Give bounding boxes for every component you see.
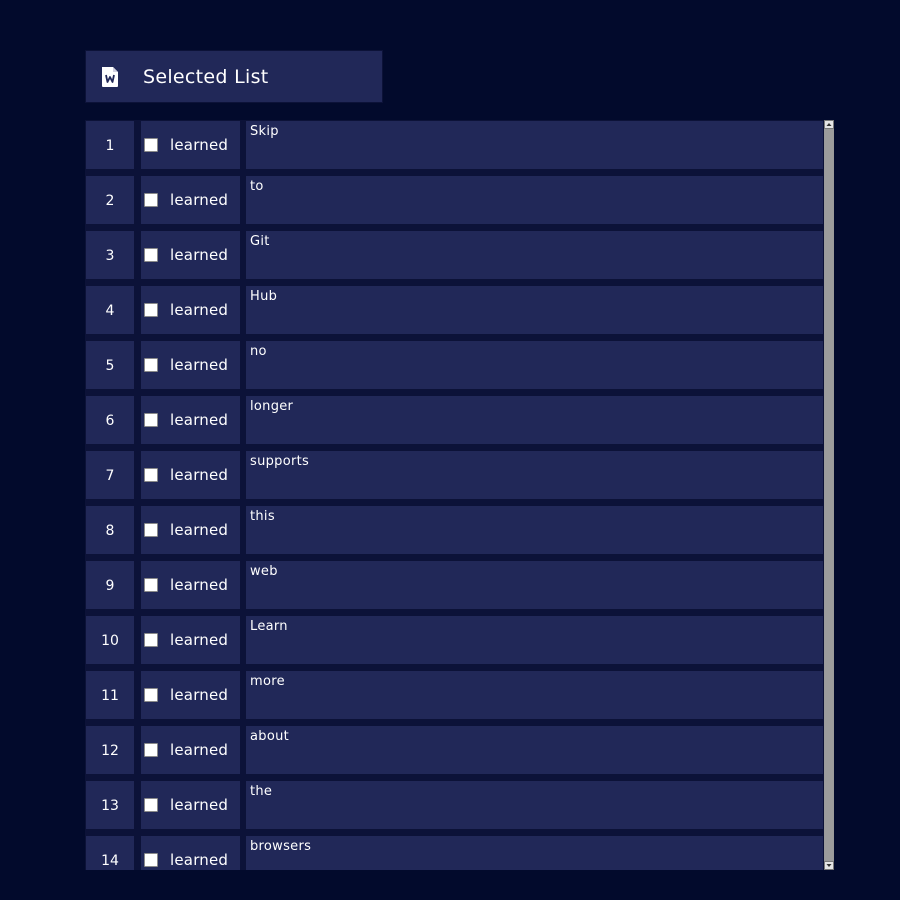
word-cell: about [245, 725, 824, 775]
row-number: 4 [85, 285, 135, 335]
learned-label: learned [170, 466, 229, 484]
list-item: 7 learned supports [85, 450, 824, 505]
learned-checkbox[interactable] [144, 193, 158, 207]
row-number: 10 [85, 615, 135, 665]
word-cell: Hub [245, 285, 824, 335]
scrollbar-thumb[interactable] [825, 130, 833, 860]
learned-checkbox[interactable] [144, 468, 158, 482]
row-number: 1 [85, 120, 135, 170]
word-cell: to [245, 175, 824, 225]
learned-toggle[interactable]: learned [140, 835, 241, 870]
arrow-up-icon [826, 123, 832, 126]
word-list[interactable]: 1 learned Skip 2 learned to 3 learned Git 4 learne… [85, 120, 834, 870]
row-number: 2 [85, 175, 135, 225]
learned-toggle[interactable]: learned [140, 615, 241, 665]
row-number: 9 [85, 560, 135, 610]
row-number: 3 [85, 230, 135, 280]
learned-label: learned [170, 576, 229, 594]
learned-checkbox[interactable] [144, 578, 158, 592]
learned-label: learned [170, 191, 229, 209]
learned-label: learned [170, 521, 229, 539]
learned-toggle[interactable]: learned [140, 505, 241, 555]
learned-checkbox[interactable] [144, 798, 158, 812]
learned-label: learned [170, 796, 229, 814]
list-item: 13 learned the [85, 780, 824, 835]
word-cell: web [245, 560, 824, 610]
row-number: 5 [85, 340, 135, 390]
word-cell: supports [245, 450, 824, 500]
learned-checkbox[interactable] [144, 853, 158, 867]
page-title: Selected List [143, 65, 269, 88]
learned-toggle[interactable]: learned [140, 450, 241, 500]
list-item: 3 learned Git [85, 230, 824, 285]
learned-label: learned [170, 301, 229, 319]
learned-toggle[interactable]: learned [140, 120, 241, 170]
list-item: 14 learned browsers [85, 835, 824, 870]
learned-toggle[interactable]: learned [140, 230, 241, 280]
word-cell: browsers [245, 835, 824, 870]
list-item: 5 learned no [85, 340, 824, 395]
learned-checkbox[interactable] [144, 688, 158, 702]
learned-checkbox[interactable] [144, 358, 158, 372]
learned-toggle[interactable]: learned [140, 670, 241, 720]
learned-toggle[interactable]: learned [140, 340, 241, 390]
learned-checkbox[interactable] [144, 633, 158, 647]
row-number: 12 [85, 725, 135, 775]
learned-checkbox[interactable] [144, 743, 158, 757]
word-cell: the [245, 780, 824, 830]
list-item: 8 learned this [85, 505, 824, 560]
row-number: 8 [85, 505, 135, 555]
word-cell: Git [245, 230, 824, 280]
row-number: 14 [85, 835, 135, 870]
list-item: 10 learned Learn [85, 615, 824, 670]
list-item: 4 learned Hub [85, 285, 824, 340]
list-item: 12 learned about [85, 725, 824, 780]
word-cell: Learn [245, 615, 824, 665]
learned-toggle[interactable]: learned [140, 780, 241, 830]
list-item: 9 learned web [85, 560, 824, 615]
arrow-down-icon [826, 864, 832, 867]
scroll-down-button[interactable] [824, 861, 834, 870]
learned-checkbox[interactable] [144, 248, 158, 262]
learned-label: learned [170, 741, 229, 759]
row-number: 6 [85, 395, 135, 445]
learned-toggle[interactable]: learned [140, 725, 241, 775]
learned-label: learned [170, 246, 229, 264]
learned-checkbox[interactable] [144, 138, 158, 152]
row-number: 7 [85, 450, 135, 500]
list-header: Selected List [85, 50, 383, 103]
learned-checkbox[interactable] [144, 523, 158, 537]
learned-label: learned [170, 631, 229, 649]
vertical-scrollbar[interactable] [824, 120, 834, 870]
list-item: 1 learned Skip [85, 120, 824, 175]
word-document-icon [102, 66, 118, 87]
word-cell: no [245, 340, 824, 390]
word-list-rows: 1 learned Skip 2 learned to 3 learned Git 4 learne… [85, 120, 824, 870]
learned-toggle[interactable]: learned [140, 560, 241, 610]
learned-checkbox[interactable] [144, 413, 158, 427]
word-cell: longer [245, 395, 824, 445]
learned-label: learned [170, 686, 229, 704]
learned-toggle[interactable]: learned [140, 285, 241, 335]
list-item: 6 learned longer [85, 395, 824, 450]
learned-label: learned [170, 356, 229, 374]
learned-label: learned [170, 411, 229, 429]
scroll-up-button[interactable] [824, 120, 834, 129]
learned-label: learned [170, 851, 229, 869]
list-item: 11 learned more [85, 670, 824, 725]
word-cell: this [245, 505, 824, 555]
learned-toggle[interactable]: learned [140, 395, 241, 445]
learned-toggle[interactable]: learned [140, 175, 241, 225]
row-number: 11 [85, 670, 135, 720]
word-cell: Skip [245, 120, 824, 170]
word-cell: more [245, 670, 824, 720]
row-number: 13 [85, 780, 135, 830]
learned-checkbox[interactable] [144, 303, 158, 317]
list-item: 2 learned to [85, 175, 824, 230]
learned-label: learned [170, 136, 229, 154]
